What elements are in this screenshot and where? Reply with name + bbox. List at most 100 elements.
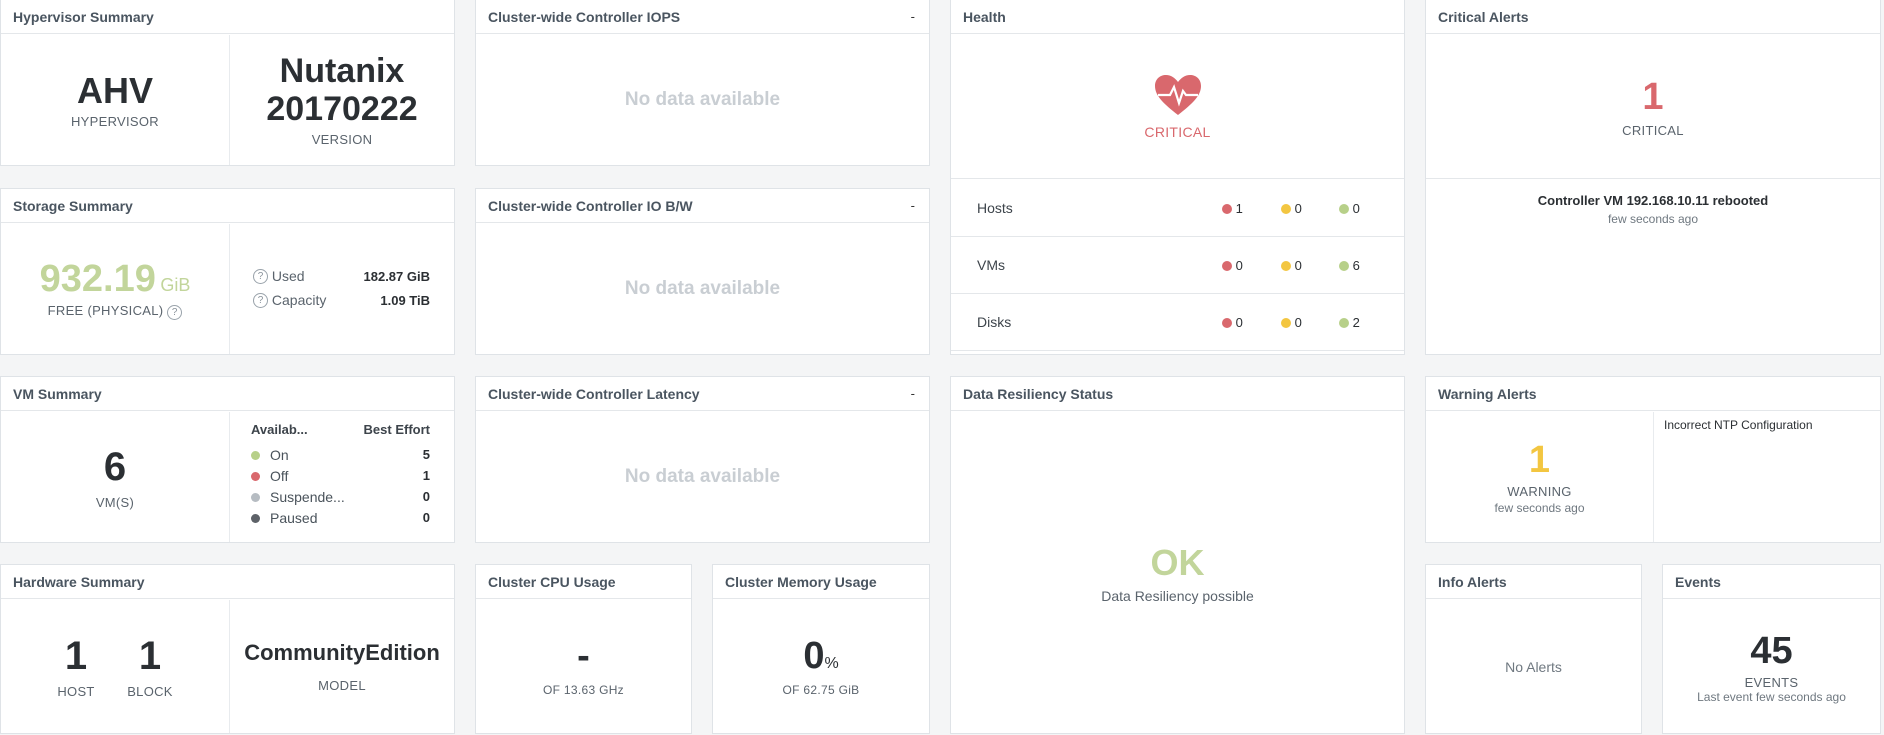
widget-menu[interactable]: - [911,386,917,401]
good-dot-icon [1339,261,1349,272]
widget-title: Events [1675,573,1721,590]
vm-status-row[interactable]: Paused 0 [251,507,430,528]
vm-status-value: 0 [422,489,430,504]
events-sub: Last event few seconds ago [1697,689,1846,704]
widget-title: Cluster Memory Usage [725,573,877,590]
widget-title: Cluster CPU Usage [488,573,616,590]
widget-header[interactable]: Cluster-wide Controller Latency - [476,377,929,411]
resiliency-sub: Data Resiliency possible [1101,587,1254,604]
widget-menu[interactable]: - [911,198,917,213]
status-dot-icon [251,493,260,503]
controller-io-bw-widget: Cluster-wide Controller IO B/W - No data … [475,188,930,355]
status-dot-icon [251,451,260,461]
widget-title: Storage Summary [13,197,133,214]
critical-dot-icon [1222,261,1232,272]
memory-value: 0 [803,634,825,677]
critical-count: 1 [1235,200,1243,216]
host-count: 1 [64,634,88,678]
health-row-hosts[interactable]: Hosts 1 0 0 [951,180,1404,237]
warning-alert-message[interactable]: Incorrect NTP Configuration [1664,418,1813,432]
vm-status-value: 0 [422,510,430,525]
warning-count: 0 [1294,257,1302,273]
info-alerts-widget: Info Alerts No Alerts [1425,564,1642,734]
storage-free-value: 932.19 [39,258,156,301]
critical-count[interactable]: 1 [1642,76,1663,119]
used-label: Used [271,267,305,284]
critical-count: 0 [1235,257,1243,273]
hypervisor-label: HYPERVISOR [70,114,159,130]
widget-menu[interactable]: - [911,9,917,24]
storage-summary-widget: Storage Summary 932.19 GiB FREE (PHYSICA… [0,188,455,355]
version-label: VERSION [311,131,373,147]
critical-count: 0 [1235,314,1243,330]
health-row-vms[interactable]: VMs 0 0 6 [951,237,1404,294]
cluster-cpu-widget: Cluster CPU Usage - OF 13.63 GHz [475,564,692,734]
health-row-disks[interactable]: Disks 0 0 2 [951,294,1404,351]
no-data-message: No data available [624,278,781,299]
warning-count[interactable]: 1 [1529,439,1550,482]
widget-header[interactable]: Warning Alerts [1426,377,1880,411]
status-dot-icon [251,514,260,524]
warning-alerts-widget: Warning Alerts 1 WARNING few seconds ago… [1425,376,1881,543]
widget-title: Cluster-wide Controller IO B/W [488,197,693,214]
vm-status-row[interactable]: Off 1 [251,465,430,486]
host-label: HOST [57,684,95,699]
critical-alert-message[interactable]: Controller VM 192.168.10.11 rebooted [1426,193,1880,208]
widget-title: Critical Alerts [1438,8,1529,25]
vm-status-label: Paused [270,509,318,526]
widget-title: Hardware Summary [13,573,145,590]
widget-header[interactable]: Hypervisor Summary [1,0,454,34]
widget-header[interactable]: Cluster-wide Controller IO B/W - [476,189,929,223]
good-dot-icon [1339,204,1349,215]
warning-dot-icon [1281,261,1291,272]
vm-status-label: Suspende... [270,488,345,505]
widget-header[interactable]: Info Alerts [1426,565,1641,599]
warning-time: few seconds ago [1494,501,1585,515]
good-dot-icon [1339,318,1349,329]
widget-title: VM Summary [13,385,102,402]
widget-title: Cluster-wide Controller IOPS [488,8,681,25]
widget-header[interactable]: Storage Summary [1,189,454,223]
help-icon[interactable]: ? [253,293,268,309]
memory-sub: OF 62.75 GiB [782,683,860,698]
vm-count-label: VM(S) [95,494,135,510]
heart-pulse-icon [1154,74,1201,115]
widget-header[interactable]: Health [951,0,1404,34]
vm-status-label: On [270,446,289,463]
widget-header[interactable]: Cluster CPU Usage [476,565,691,599]
help-icon[interactable]: ? [253,269,268,285]
vm-status-label: Off [270,467,289,484]
widget-header[interactable]: Cluster Memory Usage [713,565,929,599]
events-label: EVENTS [1744,674,1799,690]
health-widget: Health CRITICAL Hosts 1 0 0 VMs 0 0 6 Disk… [950,0,1405,355]
widget-header[interactable]: Hardware Summary [1,565,454,599]
model-name: CommunityEdition [244,640,440,665]
data-resiliency-widget: Data Resiliency Status OK Data Resilienc… [950,376,1405,734]
critical-dot-icon [1222,204,1232,215]
good-count: 0 [1352,200,1360,216]
help-icon[interactable]: ? [167,304,183,320]
version-line1: Nutanix [279,52,405,91]
widget-header[interactable]: Cluster-wide Controller IOPS - [476,0,929,34]
widget-header[interactable]: Data Resiliency Status [951,377,1404,411]
best-effort-column-header[interactable]: Best Effort [364,422,430,444]
controller-iops-widget: Cluster-wide Controller IOPS - No data av… [475,0,930,166]
availability-column-header[interactable]: Availab... [251,422,308,444]
resiliency-status: OK [1150,541,1205,583]
good-count: 2 [1352,314,1360,330]
events-count[interactable]: 45 [1750,630,1792,673]
cluster-memory-widget: Cluster Memory Usage 0% OF 62.75 GiB [712,564,930,734]
events-widget: Events 45 EVENTS Last event few seconds … [1662,564,1881,734]
widget-header[interactable]: VM Summary [1,377,454,411]
cpu-value: - [577,634,590,677]
vm-status-row[interactable]: Suspende... 0 [251,486,430,507]
vm-status-row[interactable]: On 5 [251,444,430,465]
vm-status-value: 5 [422,447,430,462]
hardware-summary-widget: Hardware Summary 1 HOST 1 BLOCK Communit… [0,564,455,734]
warning-count: 0 [1294,314,1302,330]
widget-title: Warning Alerts [1438,385,1537,402]
widget-title: Info Alerts [1438,573,1507,590]
widget-header[interactable]: Critical Alerts [1426,0,1880,34]
widget-title: Cluster-wide Controller Latency [488,385,700,402]
widget-header[interactable]: Events [1663,565,1880,599]
